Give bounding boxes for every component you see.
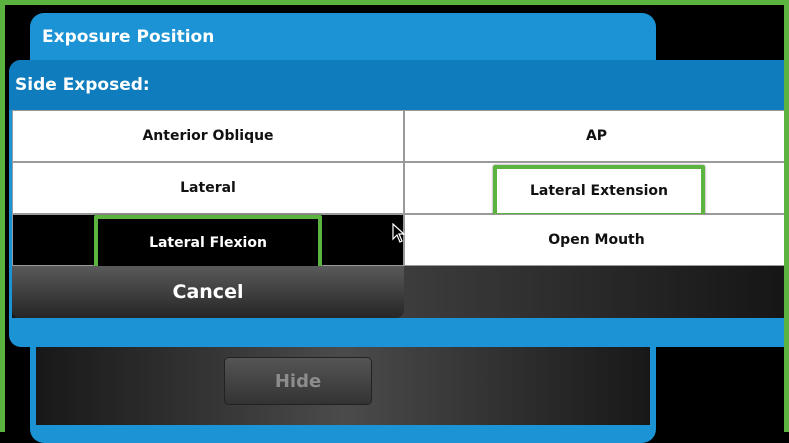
option-lateral-flexion[interactable]: Lateral Flexion [12, 214, 404, 271]
option-label: Anterior Oblique [142, 128, 274, 144]
option-label: AP [585, 128, 608, 144]
option-label: Open Mouth [548, 232, 645, 248]
option-ap[interactable]: AP [404, 110, 789, 162]
dialog-footer: Cancel [12, 266, 789, 318]
option-lateral[interactable]: Lateral [12, 162, 404, 214]
side-exposed-dialog: Side Exposed: Anterior Oblique AP Latera… [9, 60, 789, 347]
option-label: Lateral Extension [529, 183, 669, 199]
mouse-pointer-icon [392, 223, 406, 243]
option-open-mouth[interactable]: Open Mouth [404, 214, 789, 266]
dialog-header: Side Exposed: [9, 60, 789, 110]
panel-title: Exposure Position [42, 27, 215, 47]
option-anterior-oblique[interactable]: Anterior Oblique [12, 110, 404, 162]
highlight-box: Lateral Extension [493, 165, 705, 217]
hide-button[interactable]: Hide [224, 357, 372, 405]
option-label: Lateral [180, 180, 236, 196]
dialog-title: Side Exposed: [15, 75, 150, 95]
cancel-button[interactable]: Cancel [12, 266, 404, 318]
highlight-box: Lateral Flexion [94, 215, 322, 271]
option-lateral-extension[interactable]: Lateral Extension [404, 162, 789, 217]
option-label: Lateral Flexion [149, 235, 267, 251]
